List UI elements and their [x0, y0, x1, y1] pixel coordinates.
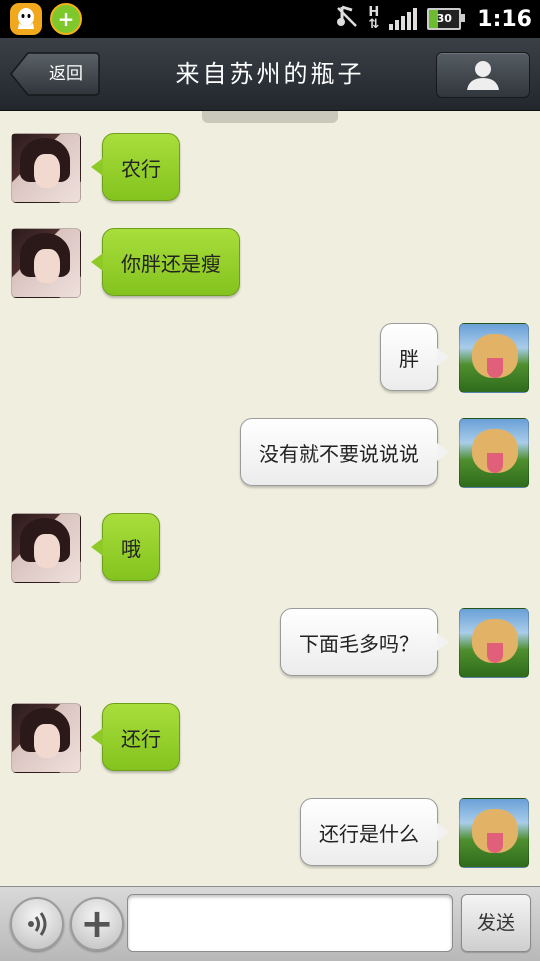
- incoming-bubble[interactable]: 哦: [91, 513, 160, 581]
- message-row: 还行是什么: [0, 798, 540, 878]
- timestamp-pill: [202, 111, 338, 123]
- back-label: 返回: [49, 64, 83, 84]
- title-bar: 返回 来自苏州的瓶子: [0, 38, 540, 111]
- sender-avatar[interactable]: [11, 703, 81, 773]
- page-title: 来自苏州的瓶子: [175, 60, 365, 88]
- person-icon: [467, 61, 499, 90]
- security-app-icon: +: [50, 3, 82, 35]
- input-bar: + 发送: [0, 886, 540, 961]
- incoming-bubble[interactable]: 农行: [91, 133, 180, 201]
- data-arrows-icon: ⇅: [368, 17, 380, 32]
- notification-icons: +: [10, 3, 82, 35]
- outgoing-bubble[interactable]: 没有就不要说说说: [240, 418, 449, 486]
- my-avatar[interactable]: [459, 608, 529, 678]
- status-bar: + H ⇅ 30 1:16: [0, 0, 540, 38]
- back-button[interactable]: 返回: [10, 52, 100, 96]
- qq-icon: [10, 3, 42, 35]
- more-options-button[interactable]: +: [70, 897, 124, 951]
- message-row: 你胖还是瘦: [0, 228, 540, 308]
- outgoing-bubble[interactable]: 还行是什么: [300, 798, 449, 866]
- chat-area[interactable]: 农行 你胖还是瘦 胖 没有就不要说说说 哦 下面毛多吗？ 还行 还行是什么: [0, 111, 540, 886]
- outgoing-bubble[interactable]: 下面毛多吗？: [280, 608, 449, 676]
- sender-avatar[interactable]: [11, 513, 81, 583]
- sender-avatar[interactable]: [11, 133, 81, 203]
- my-avatar[interactable]: [459, 418, 529, 488]
- outgoing-bubble[interactable]: 胖: [380, 323, 449, 391]
- message-row: 胖: [0, 323, 540, 403]
- message-row: 哦: [0, 513, 540, 593]
- message-row: 还行: [0, 703, 540, 783]
- send-button[interactable]: 发送: [461, 894, 531, 952]
- signal-icon: [389, 8, 418, 30]
- message-row: 没有就不要说说说: [0, 418, 540, 498]
- message-input[interactable]: [127, 894, 453, 952]
- contact-info-button[interactable]: [436, 52, 530, 98]
- plus-icon: +: [80, 901, 114, 947]
- my-avatar[interactable]: [459, 323, 529, 393]
- voice-button[interactable]: [10, 897, 64, 951]
- battery-icon: 30: [427, 8, 466, 30]
- battery-level-label: 30: [436, 12, 452, 25]
- my-avatar[interactable]: [459, 798, 529, 868]
- voice-icon: [28, 912, 47, 936]
- status-time: 1:16: [477, 6, 532, 32]
- system-icons: H ⇅ 30 1:16: [336, 0, 532, 38]
- message-row: 农行: [0, 133, 540, 213]
- message-row: 下面毛多吗？: [0, 608, 540, 688]
- sender-avatar[interactable]: [11, 228, 81, 298]
- network-h-icon: H ⇅: [368, 6, 380, 32]
- incoming-bubble[interactable]: 你胖还是瘦: [91, 228, 240, 296]
- music-muted-icon: [336, 4, 358, 34]
- incoming-bubble[interactable]: 还行: [91, 703, 180, 771]
